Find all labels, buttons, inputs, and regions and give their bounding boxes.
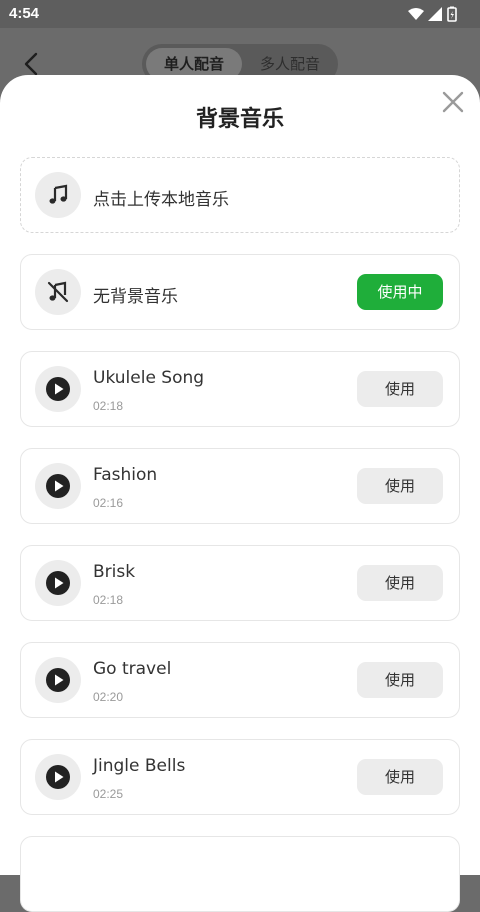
play-icon[interactable]: [35, 366, 81, 412]
use-button[interactable]: 使用: [357, 371, 443, 407]
use-button[interactable]: 使用: [357, 662, 443, 698]
music-item[interactable]: Ukulele Song 02:18 使用: [20, 351, 460, 427]
play-icon[interactable]: [35, 463, 81, 509]
track-name: Brisk: [93, 562, 136, 582]
back-arrow-icon[interactable]: [18, 50, 46, 78]
music-item[interactable]: Fashion 02:16 使用: [20, 448, 460, 524]
status-time: 4:54: [9, 5, 40, 22]
music-item-partial[interactable]: [20, 836, 460, 912]
use-button[interactable]: 使用: [357, 468, 443, 504]
no-music-item[interactable]: 无背景音乐 使用中: [20, 254, 460, 330]
track-duration: 02:18: [93, 593, 124, 607]
use-button[interactable]: 使用: [357, 565, 443, 601]
track-duration: 02:16: [93, 496, 124, 510]
use-button[interactable]: 使用: [357, 759, 443, 795]
in-use-button[interactable]: 使用中: [357, 274, 443, 310]
track-duration: 02:20: [93, 690, 124, 704]
track-duration: 02:18: [93, 399, 124, 413]
status-icons: [408, 6, 457, 22]
no-music-label: 无背景音乐: [93, 287, 178, 307]
sheet-title: 背景音乐: [195, 107, 284, 132]
upload-label: 点击上传本地音乐: [93, 190, 229, 210]
background-music-sheet: 背景音乐 点击上传本地音乐 无背景音乐 使用中 Ukulele Song 02:…: [0, 75, 480, 912]
status-bar: 4:54: [0, 0, 480, 28]
track-duration: 02:25: [93, 787, 124, 801]
play-icon[interactable]: [35, 657, 81, 703]
track-name: Fashion: [93, 465, 158, 485]
signal-icon: [428, 7, 442, 21]
track-name: Go travel: [93, 659, 172, 679]
music-item[interactable]: Go travel 02:20 使用: [20, 642, 460, 718]
track-name: Jingle Bells: [93, 756, 186, 776]
play-icon[interactable]: [35, 754, 81, 800]
track-name: Ukulele Song: [93, 368, 205, 388]
music-note-icon: [35, 172, 81, 218]
wifi-icon: [408, 8, 424, 20]
music-off-icon: [35, 269, 81, 315]
music-item[interactable]: Brisk 02:18 使用: [20, 545, 460, 621]
play-icon[interactable]: [35, 560, 81, 606]
upload-local-music[interactable]: 点击上传本地音乐: [20, 157, 460, 233]
music-item[interactable]: Jingle Bells 02:25 使用: [20, 739, 460, 815]
